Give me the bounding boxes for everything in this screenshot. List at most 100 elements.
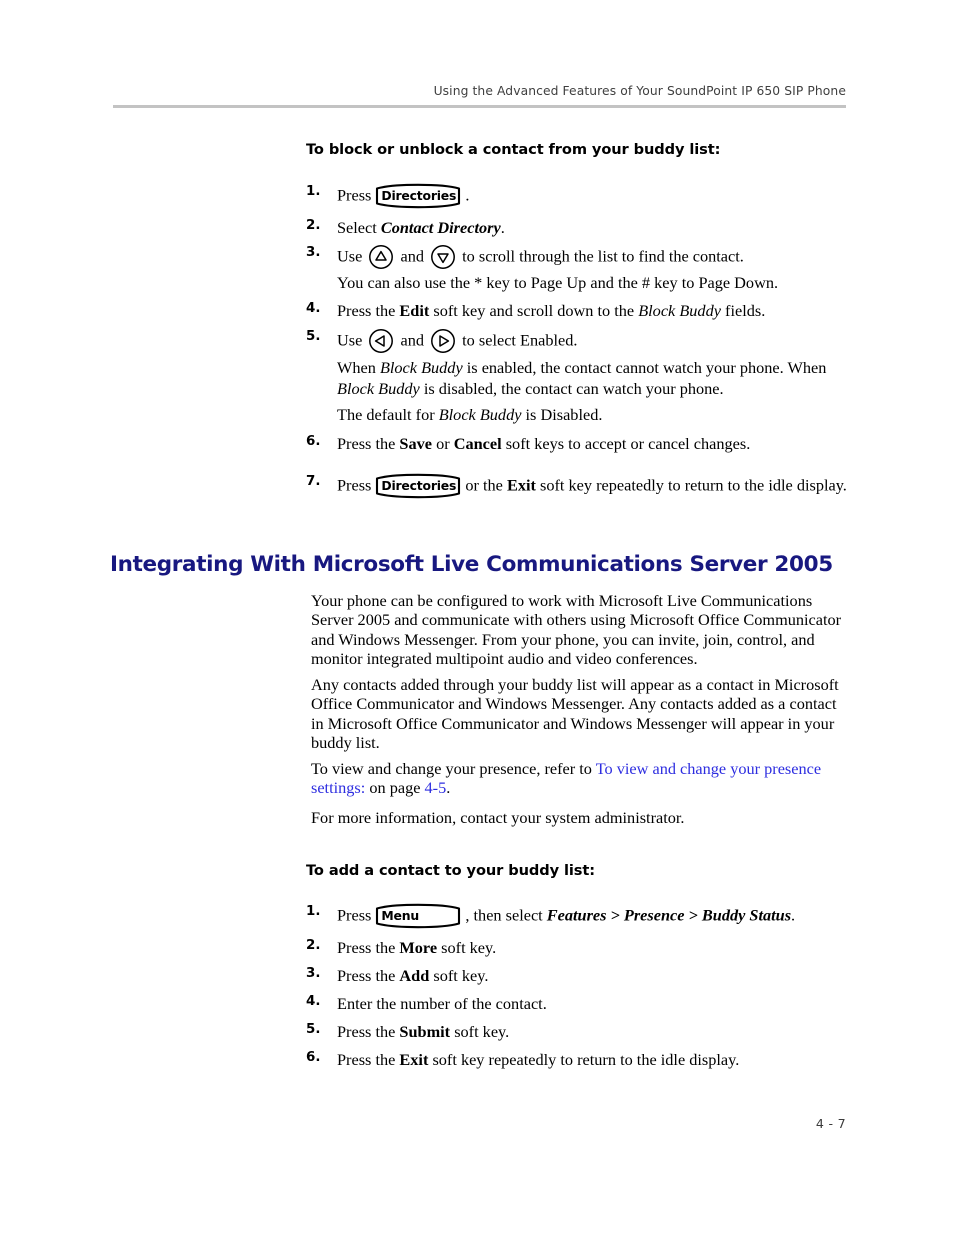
step-text: Press the Exit soft key repeatedly to re…	[337, 1050, 858, 1071]
step-text-post: .	[465, 185, 470, 205]
step-text-post: soft keys to accept or cancel changes.	[505, 434, 751, 453]
paragraph: Any contacts added through your buddy li…	[311, 675, 839, 752]
step-number: 3.	[306, 966, 321, 981]
step-number: 2.	[306, 218, 321, 233]
step-number: 6.	[306, 434, 321, 449]
step-text-mid: and	[400, 330, 424, 350]
running-header: Using the Advanced Features of Your Soun…	[113, 84, 846, 108]
arrow-up-key-icon[interactable]	[368, 244, 394, 270]
step-softkey-name: Submit	[399, 1022, 451, 1041]
step-text-post: fields.	[725, 301, 766, 320]
step-number: 3.	[306, 245, 321, 260]
directories-hard-key[interactable]: Directories	[374, 183, 462, 209]
step-item: 5. Use and to select Enabled.	[306, 329, 858, 355]
step-text: Enter the number of the contact.	[337, 994, 547, 1013]
xref-middle-text: on page	[369, 778, 421, 798]
step-emphasis: Contact Directory	[380, 218, 501, 237]
step-text-post: to select Enabled.	[462, 330, 578, 350]
step-text-pre: Press the	[337, 1022, 396, 1041]
step-item: 3. Use and to scroll through the list to…	[306, 245, 858, 271]
step-item: 2. Select Contact Directory.	[306, 218, 858, 239]
menu-hard-key[interactable]: Menu	[374, 903, 462, 929]
paragraph: Your phone can be configured to work wit…	[311, 591, 842, 668]
note-text-c: is disabled, the contact can watch your …	[423, 378, 724, 398]
subheading-block-unblock: To block or unblock a contact from your …	[306, 141, 721, 158]
page-number-link[interactable]: 4-5	[425, 778, 447, 797]
step-text-post: soft key.	[433, 966, 489, 985]
step-text: Press Directories or the Exit soft key rep…	[337, 473, 858, 500]
step-text: Use and to scroll through the list to fi…	[337, 245, 858, 271]
step-note: The default for Block Buddy is Disabled.	[337, 405, 852, 426]
step-text-pre: Select	[337, 218, 377, 237]
step-text: Press the More soft key.	[337, 938, 858, 959]
running-header-title: Using the Advanced Features of Your Soun…	[433, 84, 846, 98]
cross-reference-paragraph: To view and change your presence, refer …	[311, 759, 843, 798]
step-text-pre: Use	[337, 330, 363, 350]
step-text-post: .	[500, 218, 505, 237]
step-text-mid: , then select	[465, 905, 543, 925]
step-number: 1.	[306, 184, 321, 199]
step-text-pre: Press the	[337, 301, 396, 320]
step-text: Press the Save or Cancel soft keys to ac…	[337, 434, 858, 455]
step-item: 1. Press Menu , then select Features > Pre…	[306, 903, 858, 930]
step-text-pre: Press	[337, 905, 372, 925]
step-text-mid: soft key and scroll down to the	[433, 301, 635, 320]
step-text: Use and to select Enabled.	[337, 329, 858, 355]
step-text-mid: and	[400, 246, 424, 266]
document-page: Using the Advanced Features of Your Soun…	[0, 0, 954, 1235]
step-number: 4.	[306, 301, 321, 316]
step-item: 4. Press the Edit soft key and scroll do…	[306, 301, 858, 322]
page-footer: 4 - 7	[815, 1116, 846, 1131]
note-emphasis: Block Buddy	[337, 378, 420, 398]
note-text-a: When	[337, 358, 376, 377]
step-softkey-name: Cancel	[453, 434, 502, 453]
step-softkey-name: Edit	[399, 301, 430, 320]
directories-key-label: Directories	[381, 188, 457, 203]
step-text-pre: Press the	[337, 1050, 396, 1069]
xref-lead-text: To view and change your presence, refer …	[311, 759, 592, 778]
step-text-pre: Press the	[337, 938, 396, 957]
step-text-pre: Press	[337, 475, 372, 495]
step-note: When Block Buddy is enabled, the contact…	[337, 358, 852, 399]
step-item: 6. Press the Exit soft key repeatedly to…	[306, 1050, 858, 1071]
step-number: 1.	[306, 904, 321, 919]
step-number: 2.	[306, 938, 321, 953]
note-text-b: is enabled, the contact cannot watch you…	[466, 358, 827, 377]
step-text-pre: Press the	[337, 966, 396, 985]
arrow-right-key-icon[interactable]	[430, 328, 456, 354]
step-text: Press the Edit soft key and scroll down …	[337, 301, 858, 322]
xref-end-text: .	[446, 778, 451, 798]
step-item: 7. Press Directories or the Exit soft key …	[306, 473, 858, 500]
step-softkey-name: Save	[399, 434, 432, 453]
step-text-post: to scroll through the list to find the c…	[462, 246, 744, 266]
step-number: 7.	[306, 474, 321, 489]
step-item: 2. Press the More soft key.	[306, 938, 858, 959]
arrow-left-key-icon[interactable]	[368, 328, 394, 354]
step-text-mid: or the	[465, 475, 503, 495]
directories-key-label: Directories	[381, 478, 457, 493]
step-text: Press Menu , then select Features > Presen…	[337, 903, 858, 930]
step-note: You can also use the * key to Page Up an…	[337, 273, 779, 292]
arrow-down-key-icon[interactable]	[430, 244, 456, 270]
step-item: 1. Press Directories.	[306, 183, 858, 210]
step-text-post: .	[791, 905, 796, 925]
step-text-pre: Press	[337, 185, 372, 205]
step-number: 6.	[306, 1050, 321, 1065]
step-text-pre: Press the	[337, 434, 396, 453]
step-text: Select Contact Directory.	[337, 218, 858, 239]
note-emphasis: Block Buddy	[438, 405, 522, 424]
step-text: Press the Submit soft key.	[337, 1022, 858, 1043]
step-item: 6. Press the Save or Cancel soft keys to…	[306, 434, 858, 455]
step-text-post: soft key repeatedly to return to the idl…	[540, 475, 847, 495]
directories-hard-key[interactable]: Directories	[374, 473, 462, 499]
note-emphasis: Block Buddy	[379, 358, 463, 377]
step-text-post: soft key.	[454, 1022, 510, 1041]
step-emphasis: Features > Presence > Buddy Status	[546, 905, 792, 925]
step-number: 5.	[306, 1022, 321, 1037]
step-number: 4.	[306, 994, 321, 1009]
step-softkey-name: Add	[399, 966, 430, 985]
menu-key-label: Menu	[381, 908, 419, 923]
step-item: 5. Press the Submit soft key.	[306, 1022, 858, 1043]
note-text-b: is Disabled.	[525, 405, 603, 424]
step-softkey-name: Exit	[507, 475, 536, 495]
